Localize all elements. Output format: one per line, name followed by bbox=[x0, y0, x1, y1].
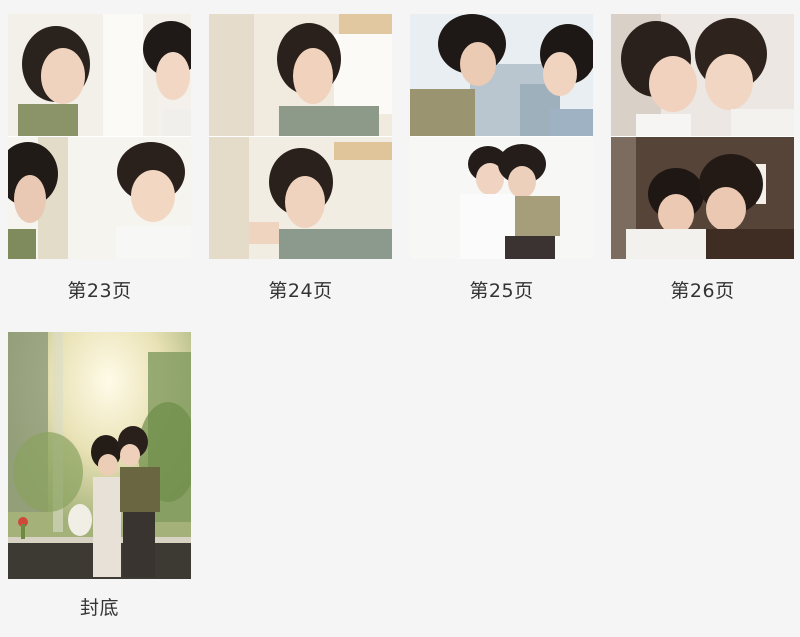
album-tile-page-24[interactable]: 第24页 bbox=[209, 14, 392, 303]
page-26-photo bbox=[611, 14, 794, 259]
album-tile-page-23[interactable]: 第23页 bbox=[8, 14, 191, 303]
album-grid: 第23页 第24页 第25页 第26页 封底 bbox=[0, 0, 800, 637]
album-tile-page-26[interactable]: 第26页 bbox=[611, 14, 794, 303]
page-24-thumbnail[interactable] bbox=[209, 14, 392, 259]
page-25-photo bbox=[410, 14, 593, 259]
album-tile-page-25[interactable]: 第25页 bbox=[410, 14, 593, 303]
page-24-photo bbox=[209, 14, 392, 259]
page-25-thumbnail[interactable] bbox=[410, 14, 593, 259]
back-cover-thumbnail[interactable] bbox=[8, 332, 191, 579]
page-25-caption: 第25页 bbox=[469, 280, 534, 302]
album-tile-back-cover[interactable]: 封底 bbox=[8, 332, 191, 620]
page-26-caption: 第26页 bbox=[670, 280, 735, 302]
page-23-caption: 第23页 bbox=[67, 280, 132, 302]
back-cover-caption: 封底 bbox=[79, 597, 119, 619]
back-cover-photo bbox=[8, 332, 191, 579]
page-24-caption: 第24页 bbox=[268, 280, 333, 302]
page-23-thumbnail[interactable] bbox=[8, 14, 191, 259]
page-26-thumbnail[interactable] bbox=[611, 14, 794, 259]
page-23-photo bbox=[8, 14, 191, 259]
